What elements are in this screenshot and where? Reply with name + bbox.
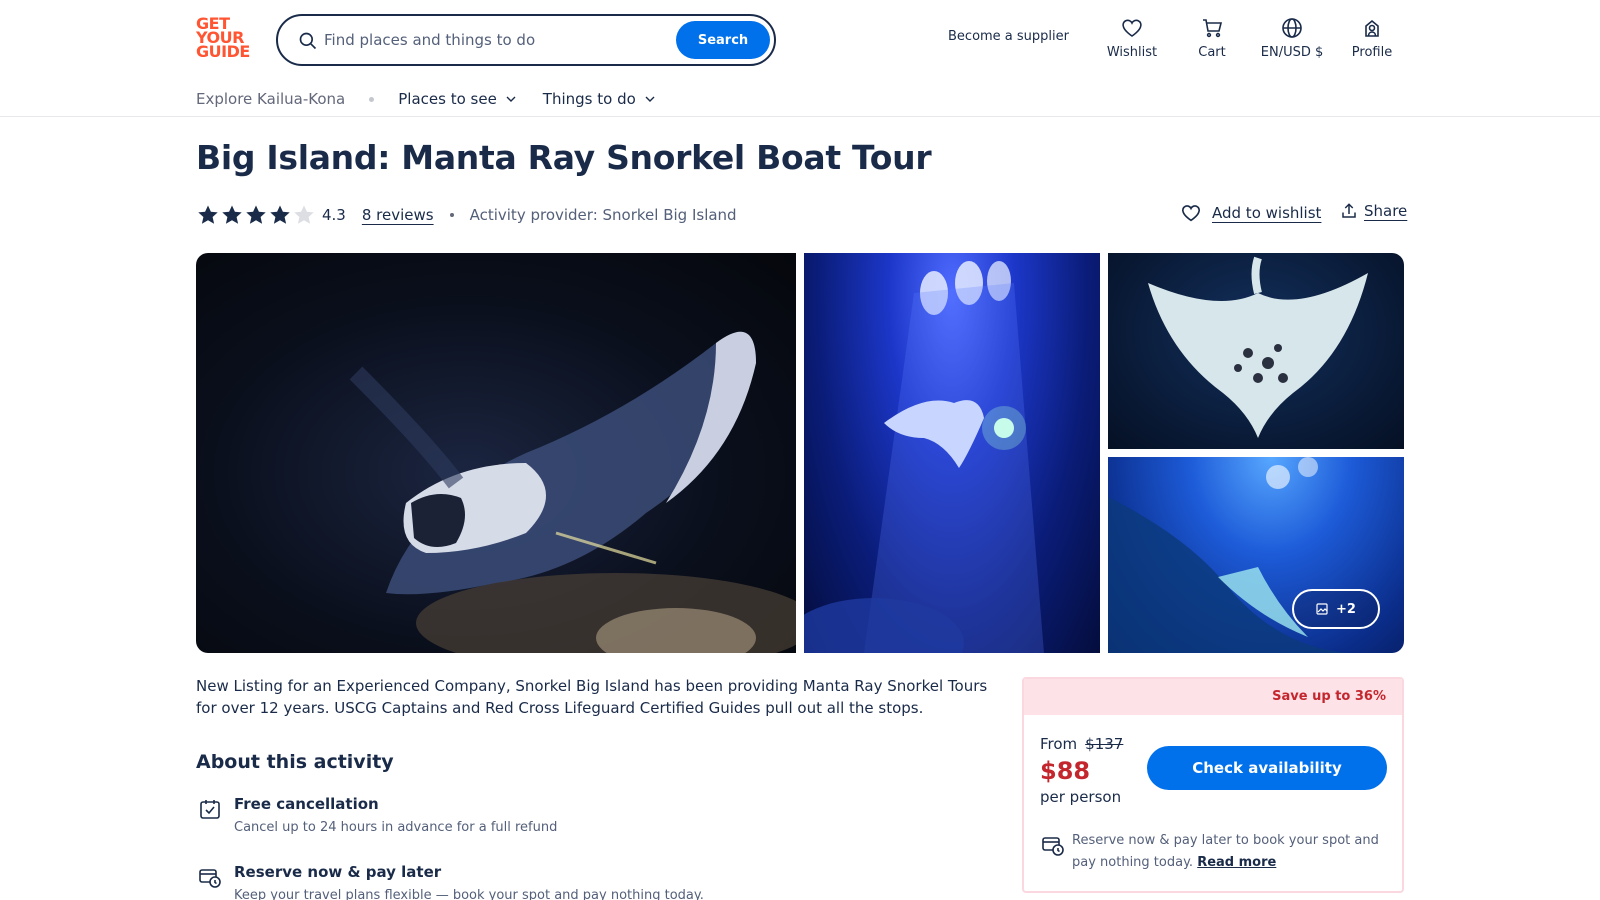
nav-profile-label: Profile (1351, 45, 1393, 60)
card-clock-icon (199, 869, 221, 888)
share-button[interactable]: Share (1340, 202, 1407, 220)
share-icon (1342, 203, 1356, 218)
profile-icon (1365, 19, 1379, 37)
search-input[interactable] (324, 26, 654, 54)
divider-dot (369, 96, 375, 102)
check-availability-button[interactable]: Check availability (1147, 746, 1387, 790)
more-photos-button[interactable]: +2 (1292, 589, 1380, 629)
explore-link[interactable]: Explore Kailua-Kona (196, 90, 345, 108)
star-icon (270, 205, 290, 224)
heart-icon (1122, 19, 1142, 37)
reserve-now-info: Reserve now & pay later to book your spo… (1072, 830, 1392, 874)
cart-icon (1203, 19, 1223, 38)
add-to-wishlist-button[interactable]: Add to wishlist (1180, 202, 1321, 224)
star-empty-icon (294, 205, 314, 224)
getyourguide-logo[interactable]: GET YOUR GUIDE (196, 16, 256, 63)
nav-cart-label: Cart (1198, 45, 1226, 60)
star-icon (246, 205, 266, 224)
things-to-do-dropdown[interactable]: Things to do (543, 90, 682, 108)
gallery-photo-3[interactable] (1108, 253, 1404, 449)
page-title: Big Island: Manta Ray Snorkel Boat Tour (196, 138, 932, 177)
places-to-see-label: Places to see (398, 90, 497, 108)
booking-card: Save up to 36% From $137 $88 per person C… (1022, 677, 1404, 893)
nav-language-currency[interactable]: EN/USD $ (1251, 16, 1333, 60)
search-icon (299, 32, 317, 50)
feature-title: Reserve now & pay later (234, 863, 442, 881)
search-bar: Search (276, 14, 776, 66)
logo-line-3: GUIDE (196, 42, 250, 61)
manta-ray-lights-illustration (804, 261, 1044, 653)
nav-wishlist-label: Wishlist (1106, 45, 1158, 60)
nav-cart[interactable]: Cart (1171, 16, 1253, 60)
feature-title: Free cancellation (234, 795, 379, 813)
activity-provider: Activity provider: Snorkel Big Island (469, 206, 737, 224)
nav-wishlist[interactable]: Wishlist (1091, 16, 1173, 60)
calendar-check-icon (200, 800, 220, 819)
original-price: $137 (1085, 735, 1124, 753)
site-header: GET YOUR GUIDE Search Become a supplier … (0, 0, 1600, 117)
save-badge: Save up to 36% (1024, 679, 1402, 715)
divider-dot (449, 213, 454, 217)
per-person-label: per person (1040, 788, 1122, 806)
rating-row: 4.3 8 reviews Activity provider: Snorkel… (196, 202, 737, 228)
current-price: $88 (1040, 757, 1091, 785)
star-icon (222, 205, 242, 224)
manta-ray-belly-illustration (1148, 256, 1368, 438)
globe-icon (1282, 18, 1302, 38)
from-label: From (1040, 735, 1078, 753)
nav-language-label: EN/USD $ (1260, 45, 1324, 60)
star-icon (198, 205, 218, 224)
rating-value: 4.3 (322, 206, 346, 224)
price-from: From $137 (1040, 735, 1123, 753)
nav-profile[interactable]: Profile (1331, 16, 1413, 60)
card-clock-icon (1042, 837, 1064, 856)
things-to-do-label: Things to do (542, 90, 636, 108)
star-rating (196, 203, 316, 227)
feature-subtitle: Keep your travel plans flexible — book y… (234, 888, 704, 900)
search-button[interactable]: Search (676, 21, 770, 59)
gallery-photo-2[interactable] (804, 253, 1100, 653)
places-to-see-dropdown[interactable]: Places to see (398, 90, 543, 108)
heart-icon (1181, 205, 1201, 222)
gallery-photo-4[interactable]: +2 (1108, 457, 1404, 653)
read-more-link[interactable]: Read more (1197, 855, 1276, 870)
sub-navigation: Explore Kailua-Kona Places to see Things… (196, 88, 682, 110)
more-photos-count: +2 (1336, 601, 1356, 617)
chevron-down-icon (645, 96, 655, 102)
image-icon (1316, 603, 1328, 615)
share-label: Share (1364, 202, 1408, 220)
reviews-link[interactable]: 8 reviews (362, 206, 434, 224)
manta-ray-illustration (349, 331, 796, 653)
become-supplier-link[interactable]: Become a supplier (948, 29, 1069, 44)
feature-subtitle: Cancel up to 24 hours in advance for a f… (234, 820, 558, 835)
activity-description: New Listing for an Experienced Company, … (196, 677, 988, 717)
chevron-down-icon (506, 96, 516, 102)
about-heading: About this activity (196, 751, 394, 773)
add-to-wishlist-label: Add to wishlist (1212, 204, 1322, 222)
photo-gallery: +2 (196, 253, 1404, 653)
gallery-photo-main[interactable] (196, 253, 796, 653)
